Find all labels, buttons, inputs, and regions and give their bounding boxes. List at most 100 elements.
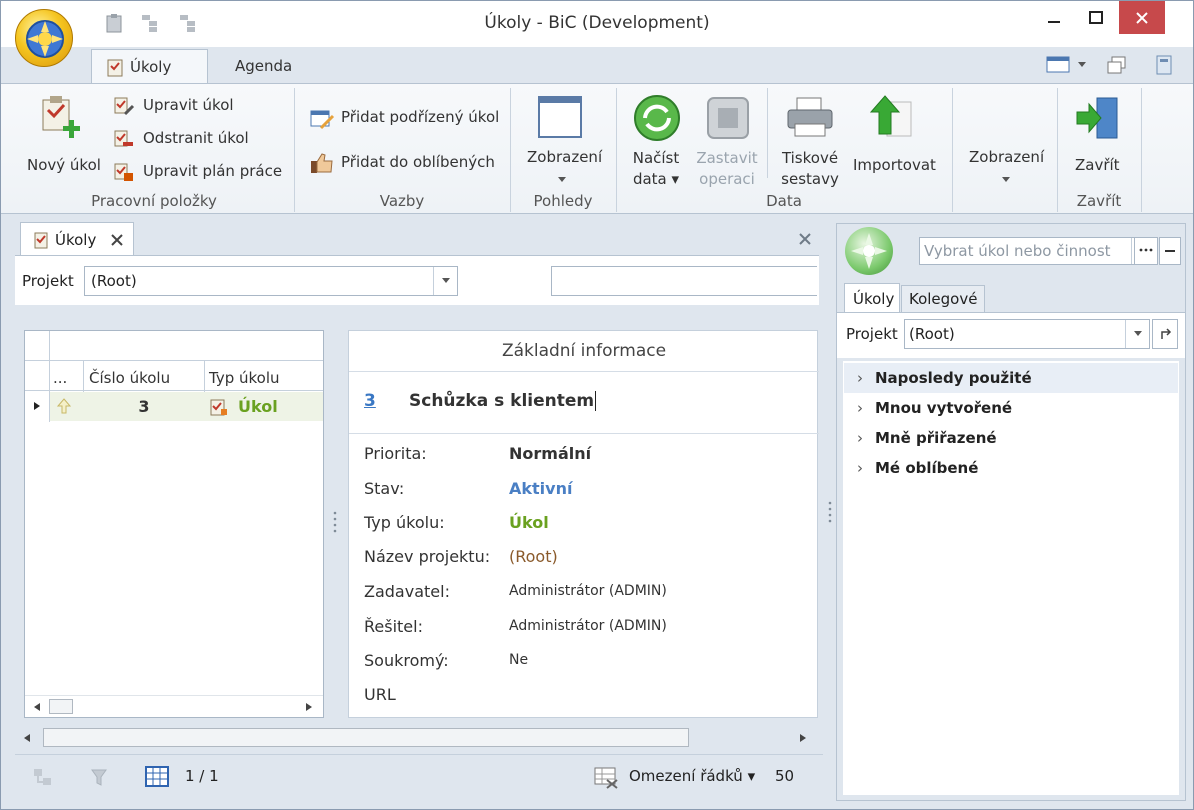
document-tab-label: Úkoly: [55, 230, 97, 249]
edit-work-plan-button[interactable]: Upravit plán práce: [113, 160, 283, 184]
scroll-right-icon[interactable]: [799, 733, 807, 743]
project-select[interactable]: (Root): [84, 266, 458, 296]
tab-right-ukoly[interactable]: Úkoly: [844, 283, 900, 313]
row-limit-button[interactable]: Omezení řádků ▾: [629, 767, 755, 785]
import-button[interactable]: Importovat: [849, 92, 941, 190]
restore-windows-icon[interactable]: [1106, 55, 1128, 75]
edit-task-button[interactable]: Upravit úkol: [113, 94, 283, 118]
close-module-label: Zavřít: [1075, 156, 1120, 174]
new-task-label: Nový úkol: [27, 156, 101, 174]
group-separator: [1141, 88, 1142, 212]
field-value-task-type: Úkol: [509, 513, 549, 532]
load-data-label-1: Načíst: [632, 149, 680, 167]
tree-item-assigned-to-me[interactable]: › Mně přiřazené: [857, 429, 997, 447]
splitter-handle[interactable]: [333, 511, 337, 533]
row-limit-icon: [594, 767, 618, 789]
group-label-data: Data: [766, 192, 802, 210]
stop-operation-button[interactable]: Zastavit operaci: [695, 92, 761, 190]
ribbon-tab-row: Úkoly Agenda: [1, 47, 1193, 83]
print-reports-button[interactable]: Tiskové sestavy: [775, 92, 845, 190]
app-menu-button[interactable]: [15, 9, 73, 67]
filter-icon[interactable]: [91, 768, 107, 788]
field-label-task-type: Typ úkolu:: [364, 513, 445, 532]
tree-item-recent[interactable]: › Naposledy použité: [857, 369, 1032, 387]
view-label: Zobrazení: [527, 148, 603, 166]
scroll-thumb[interactable]: [43, 728, 689, 747]
grid-header-number[interactable]: Číslo úkolu: [89, 369, 170, 387]
tree-item-favorites[interactable]: › Mé oblíbené: [857, 459, 978, 477]
maximize-button[interactable]: [1073, 1, 1119, 34]
pane-hscrollbar[interactable]: [15, 725, 823, 751]
scroll-left-icon[interactable]: [23, 733, 31, 743]
row-indicator-icon: [34, 402, 40, 410]
window-layout-icon[interactable]: [1046, 56, 1072, 74]
scroll-right-icon[interactable]: [305, 702, 313, 712]
field-value-assigner: Administrátor (ADMIN): [509, 583, 667, 599]
hierarchy-disabled-icon[interactable]: [31, 766, 55, 790]
new-task-icon: [42, 96, 80, 138]
table-icon[interactable]: [145, 766, 169, 788]
field-value-solver: Administrátor (ADMIN): [509, 618, 667, 634]
quick-access-logo: [845, 227, 893, 275]
task-name[interactable]: Schůzka s klientem: [409, 391, 597, 411]
refresh-arrow-icon: [1161, 328, 1172, 339]
load-data-button[interactable]: Načíst data ▾: [625, 92, 691, 190]
add-favorites-button[interactable]: Přidat do oblíbených: [309, 151, 499, 175]
close-pane-icon[interactable]: [798, 232, 812, 246]
minus-icon: [1165, 250, 1175, 252]
exit-door-icon: [1076, 97, 1118, 139]
tab-agenda[interactable]: Agenda: [221, 49, 306, 83]
scroll-thumb[interactable]: [49, 699, 73, 714]
search-input[interactable]: [551, 266, 817, 296]
stop-label-2: operaci: [699, 170, 755, 188]
scroll-left-icon[interactable]: [33, 702, 41, 712]
view-options-button[interactable]: Zobrazení: [963, 144, 1049, 184]
tasks-icon: [34, 232, 48, 248]
chevron-down-icon[interactable]: [1077, 61, 1087, 69]
close-module-button[interactable]: Zavřít: [1065, 92, 1131, 186]
document-tab-ukoly[interactable]: Úkoly: [20, 222, 134, 256]
task-type-icon: [210, 399, 227, 416]
minimize-icon: [1048, 20, 1060, 23]
status-bar: 1 / 1 Omezení řádků ▾ 50: [15, 754, 823, 800]
view-button[interactable]: Zobrazení: [521, 92, 605, 190]
tree-item-favorites-label: Mé oblíbené: [875, 459, 979, 477]
field-label-solver: Řešitel:: [364, 617, 423, 636]
chevron-down-icon: [1002, 177, 1010, 182]
task-number-link[interactable]: 3: [364, 391, 376, 411]
field-value-project-name[interactable]: (Root): [509, 547, 558, 566]
minimize-button[interactable]: [1031, 1, 1077, 34]
field-label-project-name: Název projektu:: [364, 547, 491, 566]
delete-task-button[interactable]: Odstranit úkol: [113, 127, 283, 151]
add-subtask-button[interactable]: Přidat podřízený úkol: [309, 106, 499, 130]
grid-hscrollbar[interactable]: [25, 695, 323, 717]
close-icon[interactable]: [110, 233, 124, 247]
collapse-button[interactable]: [1159, 237, 1181, 265]
grid-header-type[interactable]: Typ úkolu: [209, 369, 280, 387]
row-limit-label: Omezení řádků: [629, 767, 743, 785]
chevron-down-icon: [1133, 331, 1142, 336]
close-button[interactable]: [1119, 1, 1165, 34]
right-project-dropdown-button[interactable]: [1125, 320, 1149, 348]
group-label-pracovni: Pracovní položky: [91, 192, 217, 210]
add-subtask-label: Přidat podřízený úkol: [341, 108, 500, 126]
calculator-icon[interactable]: [1156, 55, 1172, 75]
task-activity-select[interactable]: Vybrat úkol nebo činnost: [919, 237, 1155, 265]
tree-item-created-by-me[interactable]: › Mnou vytvořené: [857, 399, 1012, 417]
delete-task-icon: [114, 130, 133, 147]
tab-right-kolegove[interactable]: Kolegové: [901, 285, 985, 313]
edit-task-label: Upravit úkol: [143, 96, 234, 114]
refresh-project-button[interactable]: [1152, 319, 1178, 349]
project-dropdown-button[interactable]: [433, 267, 457, 295]
delete-task-label: Odstranit úkol: [143, 129, 249, 147]
grid-header-more[interactable]: ...: [53, 369, 67, 387]
right-project-select[interactable]: (Root): [904, 319, 1150, 349]
splitter-handle[interactable]: [828, 501, 832, 523]
project-label: Projekt: [22, 272, 74, 290]
more-options-button[interactable]: [1134, 237, 1158, 265]
new-task-button[interactable]: Nový úkol: [25, 92, 101, 178]
detail-section-title: Základní informace: [501, 341, 667, 361]
add-favorites-label: Přidat do oblíbených: [341, 153, 495, 171]
view-window-icon: [538, 96, 582, 138]
tab-ukoly[interactable]: Úkoly: [91, 49, 208, 83]
